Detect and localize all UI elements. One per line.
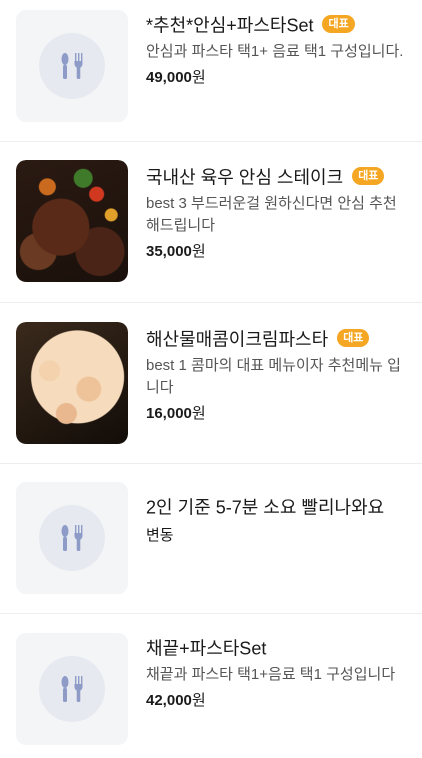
menu-description: 안심과 파스타 택1+ 음료 택1 구성입니다.	[146, 43, 404, 61]
menu-name: 해산물매콤이크림파스타	[146, 329, 329, 350]
menu-name: 채끝+파스타Set	[146, 638, 267, 659]
pasta-photo	[16, 322, 128, 444]
steak-photo	[16, 160, 128, 282]
menu-photo-pasta	[16, 322, 128, 444]
menu-info: 국내산 육우 안심 스테이크 대표 best 3 부드러운걸 원하신다면 안심 …	[146, 160, 410, 263]
menu-item[interactable]: *추천*안심+파스타Set 대표 안심과 파스타 택1+ 음료 택1 구성입니다…	[0, 0, 422, 142]
menu-info: *추천*안심+파스타Set 대표 안심과 파스타 택1+ 음료 택1 구성입니다…	[146, 10, 410, 89]
menu-thumbnail-placeholder	[16, 633, 128, 745]
menu-price: 42,000원	[146, 692, 206, 710]
menu-name: 국내산 육우 안심 스테이크	[146, 167, 344, 188]
menu-item[interactable]: 2인 기준 5-7분 소요 빨리나와요 변동	[0, 464, 422, 614]
fork-knife-icon	[61, 525, 83, 551]
menu-list: *추천*안심+파스타Set 대표 안심과 파스타 택1+ 음료 택1 구성입니다…	[0, 0, 422, 758]
menu-price-text: 변동	[146, 527, 174, 545]
menu-item[interactable]: 해산물매콤이크림파스타 대표 best 1 콤마의 대표 메뉴이자 추천메뉴 입…	[0, 303, 422, 464]
menu-item[interactable]: 국내산 육우 안심 스테이크 대표 best 3 부드러운걸 원하신다면 안심 …	[0, 142, 422, 303]
menu-description: best 3 부드러운걸 원하신다면 안심 추천해드립니다	[146, 195, 397, 235]
menu-thumbnail-placeholder	[16, 482, 128, 594]
menu-item[interactable]: 채끝+파스타Set 채끝과 파스타 택1+음료 택1 구성입니다 42,000원	[0, 614, 422, 758]
menu-price: 49,000원	[146, 69, 206, 87]
menu-name: 2인 기준 5-7분 소요 빨리나와요	[146, 497, 385, 518]
menu-description: 채끝과 파스타 택1+음료 택1 구성입니다	[146, 666, 396, 684]
menu-info: 2인 기준 5-7분 소요 빨리나와요 변동	[146, 482, 410, 547]
menu-info: 해산물매콤이크림파스타 대표 best 1 콤마의 대표 메뉴이자 추천메뉴 입…	[146, 322, 410, 425]
menu-price: 16,000원	[146, 405, 206, 423]
representative-badge: 대표	[337, 329, 370, 348]
fork-knife-icon	[61, 676, 83, 702]
representative-badge: 대표	[322, 15, 355, 34]
fork-knife-icon	[61, 53, 83, 79]
menu-info: 채끝+파스타Set 채끝과 파스타 택1+음료 택1 구성입니다 42,000원	[146, 633, 410, 712]
representative-badge: 대표	[352, 167, 385, 186]
menu-description: best 1 콤마의 대표 메뉴이자 추천메뉴 입니다	[146, 357, 401, 397]
menu-thumbnail-placeholder	[16, 10, 128, 122]
menu-price: 35,000원	[146, 243, 206, 261]
menu-name: *추천*안심+파스타Set	[146, 15, 314, 36]
menu-photo-steak	[16, 160, 128, 282]
